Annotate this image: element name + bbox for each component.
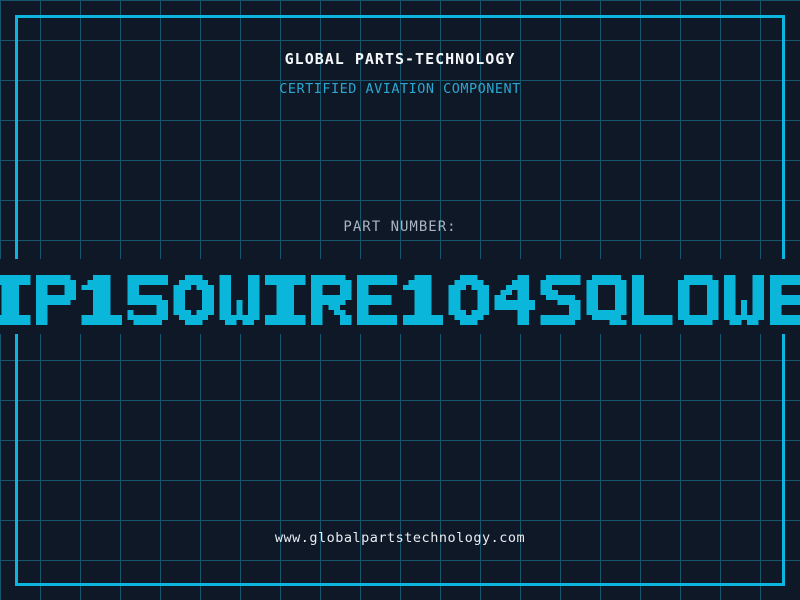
part-number-label: PART NUMBER:	[343, 219, 457, 235]
page-subtitle: CERTIFIED AVIATION COMPONENT	[279, 81, 521, 97]
part-number-band	[0, 259, 800, 334]
certificate-screen: { "header": { "title": "GLOBAL PARTS-TEC…	[0, 0, 800, 600]
part-number-value	[0, 275, 800, 325]
page-title: GLOBAL PARTS-TECHNOLOGY	[284, 50, 516, 68]
website-url: www.globalpartstechnology.com	[274, 530, 526, 546]
